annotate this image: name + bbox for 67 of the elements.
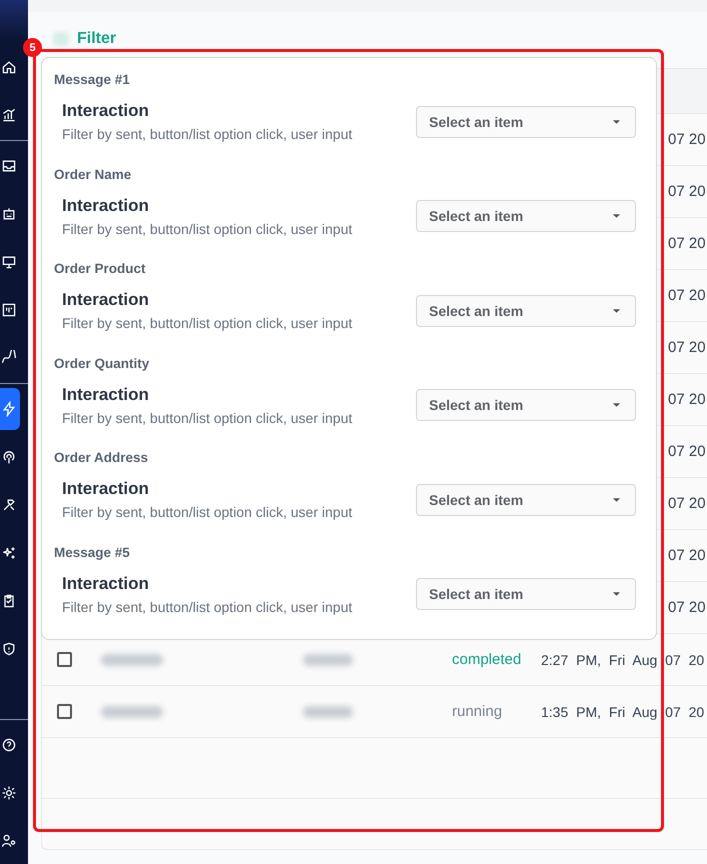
section-label: Order Product [54,261,147,276]
date-cell: 07 20 [668,599,706,616]
filter-description: Filter by sent, button/list option click, user input [62,315,352,331]
select-dropdown[interactable]: Select an item [416,294,636,326]
filter-description: Filter by sent, button/list option click, user input [62,410,352,426]
nav-item[interactable] [0,388,20,430]
caret-icon [612,213,621,219]
checkbox[interactable] [57,652,72,667]
caret-icon [612,118,621,124]
filter-title: Interaction [62,196,150,216]
board-icon [1,302,17,318]
shield-icon [1,641,17,657]
monitor-icon [1,254,17,270]
filter-title: Interaction [62,384,150,404]
caret-icon [612,402,621,408]
blurred-text-placeholder [101,706,163,718]
checkbox[interactable] [57,704,72,719]
blurred-text-placeholder [303,654,353,666]
filter-title: Interaction [62,574,150,594]
filter-title: Interaction [62,290,150,310]
inbox-icon [1,158,17,174]
date-cell: 07 20 [668,443,706,460]
help-icon [1,737,17,753]
caret-icon [612,591,621,597]
home-icon [1,59,17,75]
settings-icon [1,785,17,801]
date-cell: 07 20 [668,547,706,564]
filter-description: Filter by sent, button/list option click, user input [62,504,352,520]
date-cell: 07 20 [668,339,706,356]
filter-label[interactable]: Filter [77,30,116,48]
sparkle-icon [1,545,17,561]
date-cell: 2:27 PM, Fri Aug 07 20 [541,652,704,668]
date-cell: 07 20 [668,391,706,408]
filter-title: Interaction [62,101,150,121]
select-dropdown[interactable]: Select an item [416,389,636,421]
date-cell: 07 20 [668,287,706,304]
lightning-icon [1,401,17,417]
section-label: Order Quantity [54,356,150,370]
section-label: Order Name [54,166,132,182]
number-badge: 5 [23,38,42,57]
status-text: completed [452,651,522,668]
section-label: Message #5 [54,544,131,560]
chart-icon [1,107,17,123]
blurred-icon [53,32,69,46]
date-cell: 1:35 PM, Fri Aug 07 20 [541,704,704,720]
date-cell: 07 20 [668,131,706,148]
date-cell: 07 20 [668,495,706,512]
caret-icon [612,308,621,314]
robot-icon [1,206,17,222]
filter-description: Filter by sent, button/list option click, user input [62,220,352,236]
section-label: Order Address [54,450,150,465]
blurred-text-placeholder [101,654,163,666]
filter-description: Filter by sent, button/list option click, user input [62,126,352,142]
status-text: running [452,703,502,720]
date-cell: 07 20 [668,183,706,200]
select-dropdown[interactable]: Select an item [416,578,636,610]
date-cell: 07 20 [668,235,706,252]
filter-description: Filter by sent, button/list option click, user input [62,598,352,614]
select-dropdown[interactable]: Select an item [416,106,636,138]
blurred-text-placeholder [303,706,353,718]
users-icon [1,833,17,849]
filter-title: Interaction [62,479,150,499]
broadcast-icon [1,449,17,465]
select-dropdown[interactable]: Select an item [416,200,636,232]
caret-icon [612,496,621,502]
select-dropdown[interactable]: Select an item [416,484,636,516]
section-label: Message #1 [54,72,131,87]
